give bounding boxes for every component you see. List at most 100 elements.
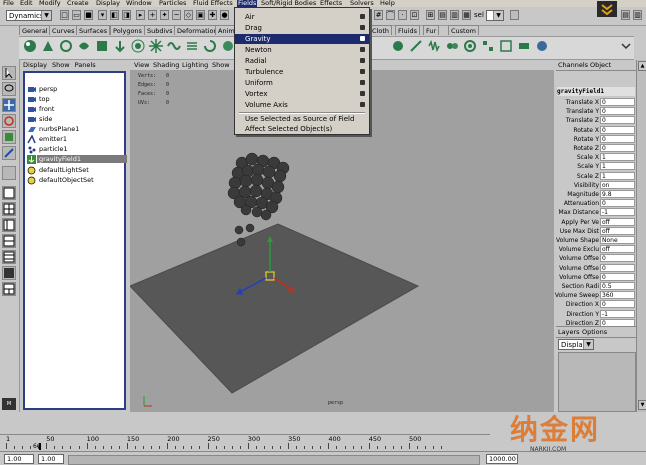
- channel-box-scrollbar[interactable]: ▲ ▼: [636, 60, 646, 412]
- viewport-menu-show[interactable]: Show: [212, 60, 230, 70]
- layout-single-icon[interactable]: [2, 186, 16, 200]
- menu-display[interactable]: Display: [96, 0, 120, 7]
- select-hierarchy-icon[interactable]: ▾: [98, 10, 107, 20]
- channel-value-field[interactable]: 0: [600, 263, 635, 272]
- option-box-icon[interactable]: [360, 14, 365, 19]
- quick-select-input-icon[interactable]: [510, 10, 519, 20]
- channel-box-menu-object[interactable]: Object: [590, 60, 611, 70]
- option-box-icon[interactable]: [360, 47, 365, 52]
- deform-mask-icon[interactable]: ▣: [196, 10, 205, 20]
- air-field-icon[interactable]: [77, 39, 91, 53]
- render-frame-icon[interactable]: ▤: [438, 10, 447, 20]
- channel-value-field[interactable]: off: [600, 217, 635, 226]
- curve-mask-icon[interactable]: ~: [172, 10, 181, 20]
- snap-point-icon[interactable]: ·: [398, 10, 407, 20]
- tab-polygons[interactable]: Polygons: [110, 25, 145, 35]
- emitter-tool-icon[interactable]: [41, 39, 55, 53]
- volume-axis-icon[interactable]: [221, 39, 235, 53]
- menu-fluid-effects[interactable]: Fluid Effects: [193, 0, 233, 7]
- outliner-item-gravityfield1[interactable]: gravityField1: [37, 155, 127, 163]
- lasso-tool-icon[interactable]: [2, 82, 16, 96]
- layout-persp-outliner-icon[interactable]: [2, 218, 16, 232]
- channel-value-field[interactable]: 0: [600, 98, 635, 106]
- channel-value-field[interactable]: 1: [600, 153, 635, 162]
- viewport-menu-lighting[interactable]: Lighting: [182, 60, 208, 70]
- channel-row[interactable]: Volume Shape None: [556, 236, 636, 245]
- scale-tool-icon[interactable]: [2, 130, 16, 144]
- channel-row[interactable]: Direction Y -1: [556, 309, 636, 319]
- end-time-field[interactable]: 1000.00: [486, 454, 518, 464]
- channel-box-icon[interactable]: ▥: [633, 10, 642, 20]
- shelf-menu-icon[interactable]: [619, 39, 633, 53]
- fields-menu-turbulence[interactable]: Turbulence: [235, 67, 369, 77]
- option-box-icon[interactable]: [360, 25, 365, 30]
- snap-curve-icon[interactable]: ⌒: [386, 10, 395, 20]
- attribute-editor-icon[interactable]: ▤: [621, 10, 630, 20]
- particle-tool-icon[interactable]: [23, 39, 37, 53]
- option-box-icon[interactable]: [360, 69, 365, 74]
- tab-curves[interactable]: Curves: [49, 25, 78, 35]
- omni-emitter-icon[interactable]: [59, 39, 73, 53]
- fields-menu-newton[interactable]: Newton: [235, 45, 369, 55]
- channel-row[interactable]: Scale Y1: [556, 162, 636, 171]
- menu-create[interactable]: Create: [67, 0, 89, 7]
- radial-field-icon[interactable]: [149, 39, 163, 53]
- channel-value-field[interactable]: 0: [600, 199, 635, 208]
- viewport-menu-shading[interactable]: Shading: [153, 60, 179, 70]
- layers-menu-options[interactable]: Options: [582, 327, 607, 337]
- channel-value-field[interactable]: 0: [600, 116, 635, 125]
- menu-file[interactable]: File: [3, 0, 14, 7]
- channel-value-field[interactable]: 0: [600, 254, 635, 263]
- history-icon[interactable]: ⊞: [426, 10, 435, 20]
- select-component-icon[interactable]: ◨: [122, 10, 131, 20]
- channel-row[interactable]: Max Distance -1: [556, 208, 636, 217]
- surface-mask-icon[interactable]: ◇: [184, 10, 193, 20]
- layout-render-icon[interactable]: [2, 266, 16, 280]
- tab-custom[interactable]: Custom: [448, 25, 479, 35]
- channel-row[interactable]: Volume Offse 0: [556, 263, 636, 273]
- open-scene-icon[interactable]: ▭: [72, 10, 81, 20]
- turbulence-field-icon[interactable]: [167, 39, 181, 53]
- tab-general[interactable]: General: [19, 25, 51, 35]
- outliner-menu-show[interactable]: Show: [52, 61, 70, 69]
- tab-deformation[interactable]: Deformation: [174, 25, 221, 35]
- outliner-item-particle1[interactable]: particle1: [39, 145, 68, 153]
- fields-menu-air[interactable]: Air: [235, 12, 369, 22]
- manipulator-tool-icon[interactable]: [2, 146, 16, 160]
- channel-value-field[interactable]: 360: [600, 291, 635, 300]
- layout-four-icon[interactable]: [2, 202, 16, 216]
- menu-soft-rigid-bodies[interactable]: Soft/Rigid Bodies: [261, 0, 316, 7]
- tab-subdivs[interactable]: Subdivs: [144, 25, 176, 35]
- render-globals-icon[interactable]: ▦: [462, 10, 471, 20]
- fields-menu-vortex[interactable]: Vortex: [235, 89, 369, 99]
- outliner-menu-panels[interactable]: Panels: [75, 61, 96, 69]
- menu-edit[interactable]: Edit: [20, 0, 33, 7]
- channel-value-field[interactable]: 1: [600, 171, 635, 180]
- channel-row[interactable]: Scale X1: [556, 153, 636, 162]
- channel-row[interactable]: Magnitude 9.8: [556, 190, 636, 199]
- viewport-menu-view[interactable]: View: [134, 60, 149, 70]
- outliner-item-side[interactable]: side: [39, 115, 52, 123]
- layers-mode-dropdown[interactable]: Display ▼: [558, 339, 594, 350]
- fields-menu-use-selected-source[interactable]: Use Selected as Source of Field: [235, 114, 369, 124]
- shelf-toggle-icon[interactable]: [597, 1, 617, 17]
- cache-icon[interactable]: [517, 39, 531, 53]
- spring-icon[interactable]: [427, 39, 441, 53]
- collision-icon[interactable]: [445, 39, 459, 53]
- select-object-icon[interactable]: ◧: [110, 10, 119, 20]
- tab-surfaces[interactable]: Surfaces: [76, 25, 111, 35]
- fields-menu-gravity[interactable]: Gravity: [235, 34, 369, 44]
- channel-row[interactable]: Visibility on: [556, 180, 636, 190]
- channel-value-field[interactable]: 0: [600, 107, 635, 116]
- option-box-icon[interactable]: [360, 58, 365, 63]
- channel-value-field[interactable]: 0.5: [600, 282, 635, 290]
- outliner-list[interactable]: persp top front side nurbsPlane1 emitter…: [23, 71, 127, 410]
- channel-value-field[interactable]: 0: [600, 134, 635, 143]
- drag-field-icon[interactable]: [95, 39, 109, 53]
- channel-row[interactable]: Volume Offse 0: [556, 254, 636, 263]
- channel-value-field[interactable]: 0: [600, 272, 635, 281]
- channel-value-field[interactable]: 0: [600, 144, 635, 152]
- handle-mask-icon[interactable]: +: [148, 10, 157, 20]
- mode-dropdown[interactable]: Dynamics ▼: [6, 10, 52, 21]
- start-time-field[interactable]: 1.00: [4, 454, 34, 464]
